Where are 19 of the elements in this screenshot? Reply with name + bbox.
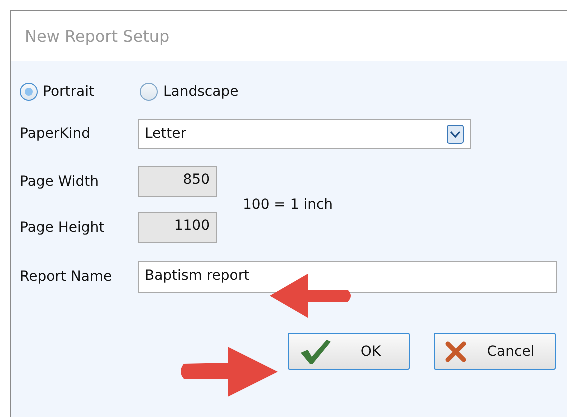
radio-label: Portrait [43, 84, 94, 100]
field-label: Report Name [20, 269, 114, 285]
field-label: Page Height [20, 220, 106, 236]
ok-button[interactable]: OK [288, 333, 410, 370]
report-name-field[interactable]: Baptism report [138, 261, 557, 293]
field-label: Page Width [20, 174, 100, 190]
cancel-button[interactable]: Cancel [434, 333, 556, 370]
page-width-field[interactable]: 850 [138, 166, 217, 197]
close-icon [445, 340, 467, 362]
field-label: PaperKind [20, 126, 92, 142]
window-title: New Report Setup [25, 26, 170, 46]
radio-label: Landscape [163, 84, 239, 100]
scale-note: 100 = 1 inch [243, 196, 334, 212]
radio-option[interactable]: Landscape [140, 83, 239, 101]
paper-kind-dropdown[interactable]: Letter [138, 119, 471, 149]
dropdown-value: Letter [145, 126, 187, 142]
checkmark-icon [299, 338, 333, 364]
radio-option[interactable]: Portrait [20, 83, 94, 101]
page-height-field[interactable]: 1100 [138, 212, 217, 243]
